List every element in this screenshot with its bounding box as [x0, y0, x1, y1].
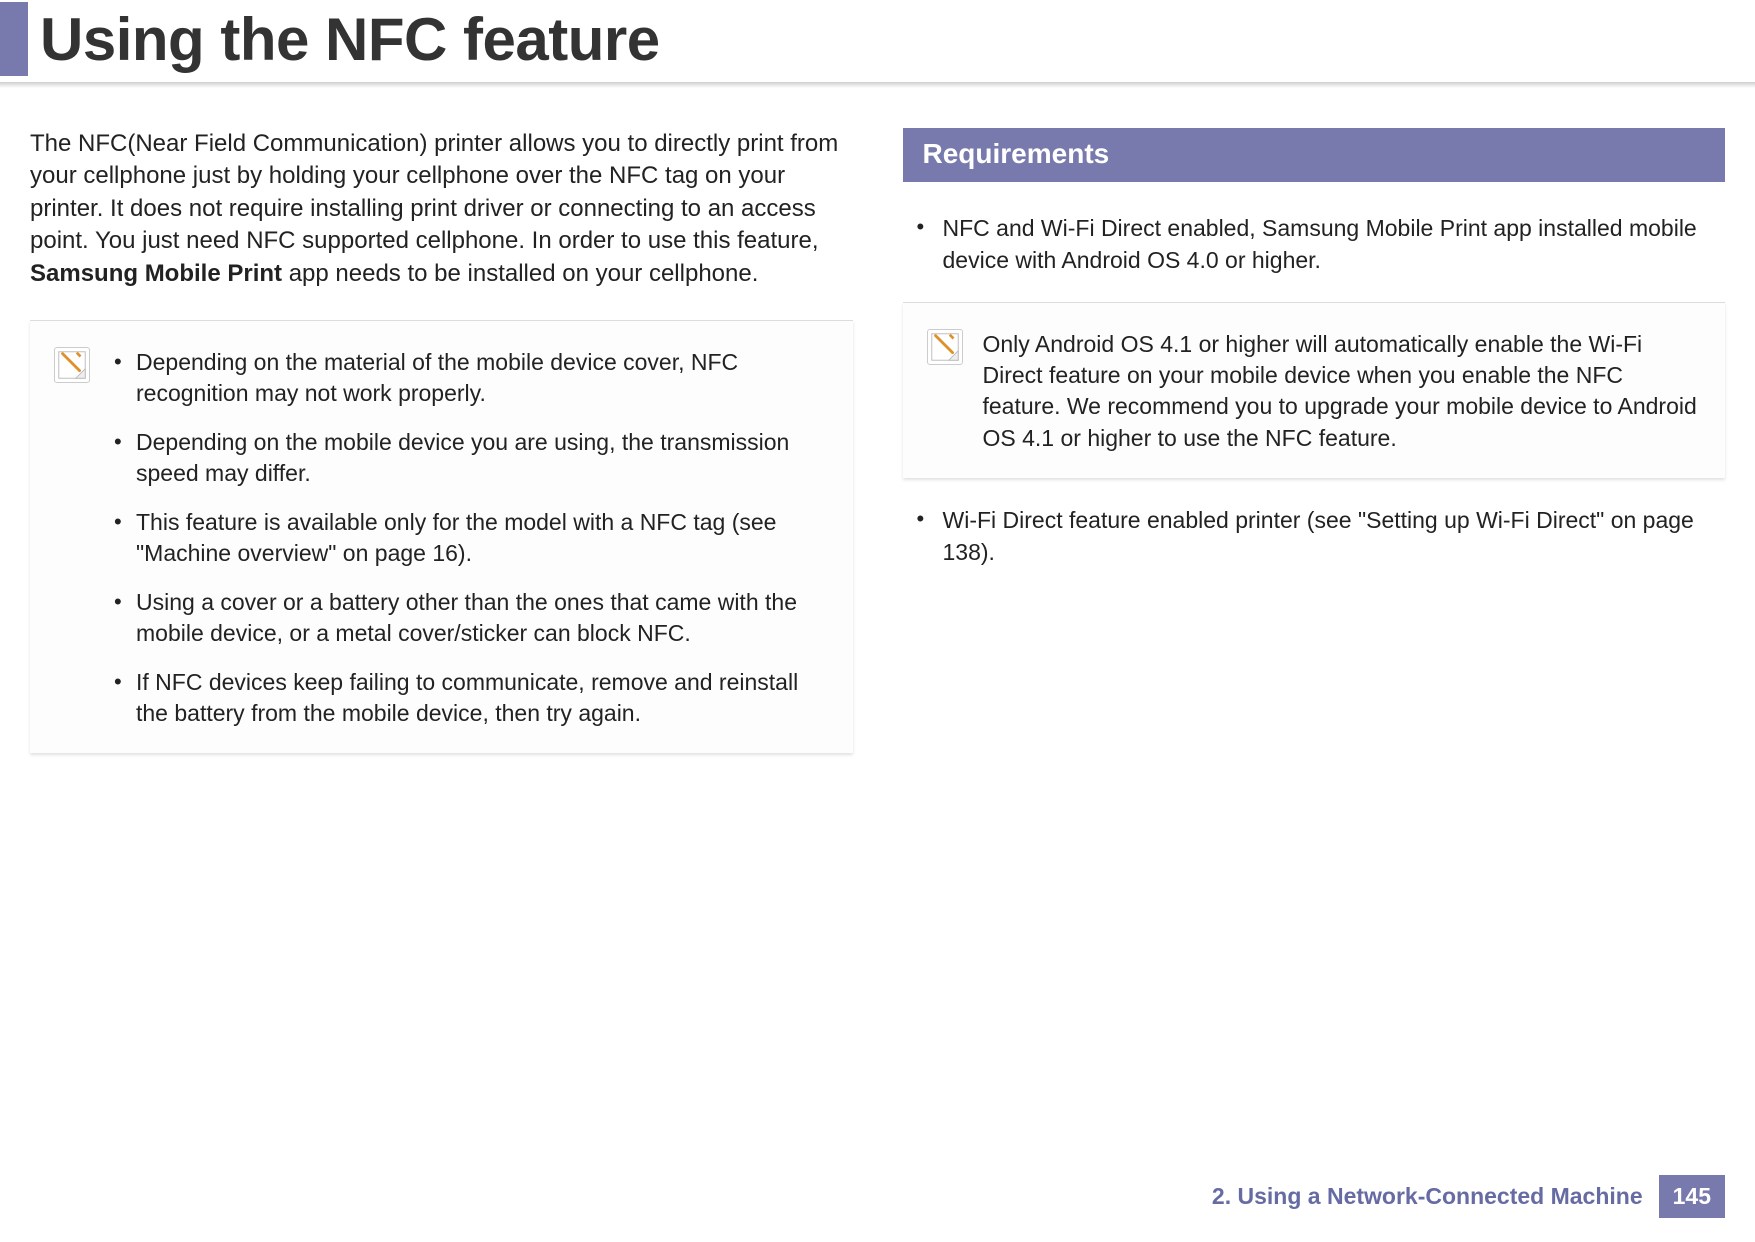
list-item: This feature is available only for the m… — [110, 507, 829, 569]
note-icon — [54, 347, 90, 383]
intro-paragraph: The NFC(Near Field Communication) printe… — [30, 128, 853, 290]
page-footer: 2. Using a Network-Connected Machine 145 — [1212, 1175, 1725, 1218]
note-icon — [927, 329, 963, 365]
intro-text-bold: Samsung Mobile Print — [30, 260, 282, 287]
note-box-left: Depending on the material of the mobile … — [30, 320, 853, 753]
list-item: If NFC devices keep failing to communica… — [110, 667, 829, 729]
left-column: The NFC(Near Field Communication) printe… — [30, 128, 853, 753]
footer-chapter: 2. Using a Network-Connected Machine — [1212, 1183, 1643, 1210]
intro-text-pre: The NFC(Near Field Communication) printe… — [30, 130, 838, 254]
list-item: Depending on the material of the mobile … — [110, 347, 829, 409]
list-item: Wi-Fi Direct feature enabled printer (se… — [903, 504, 1726, 568]
page-title: Using the NFC feature — [40, 5, 660, 76]
note-box-right: Only Android OS 4.1 or higher will autom… — [903, 302, 1726, 477]
requirements-list-2: Wi-Fi Direct feature enabled printer (se… — [903, 504, 1726, 568]
right-column: Requirements NFC and Wi-Fi Direct enable… — [903, 128, 1726, 753]
footer-page-number: 145 — [1659, 1175, 1725, 1218]
note-text: Only Android OS 4.1 or higher will autom… — [983, 329, 1702, 453]
intro-text-post: app needs to be installed on your cellph… — [282, 260, 758, 287]
page-header: Using the NFC feature — [0, 2, 1755, 76]
title-divider — [0, 82, 1755, 88]
list-item: NFC and Wi-Fi Direct enabled, Samsung Mo… — [903, 212, 1726, 276]
header-accent-tab — [0, 2, 28, 76]
requirements-heading: Requirements — [903, 128, 1726, 182]
note-body: Only Android OS 4.1 or higher will autom… — [983, 329, 1702, 453]
content-columns: The NFC(Near Field Communication) printe… — [0, 128, 1755, 753]
list-item: Using a cover or a battery other than th… — [110, 587, 829, 649]
left-note-list: Depending on the material of the mobile … — [110, 347, 829, 729]
list-item: Depending on the mobile device you are u… — [110, 427, 829, 489]
note-body: Depending on the material of the mobile … — [110, 347, 829, 729]
requirements-list: NFC and Wi-Fi Direct enabled, Samsung Mo… — [903, 212, 1726, 276]
